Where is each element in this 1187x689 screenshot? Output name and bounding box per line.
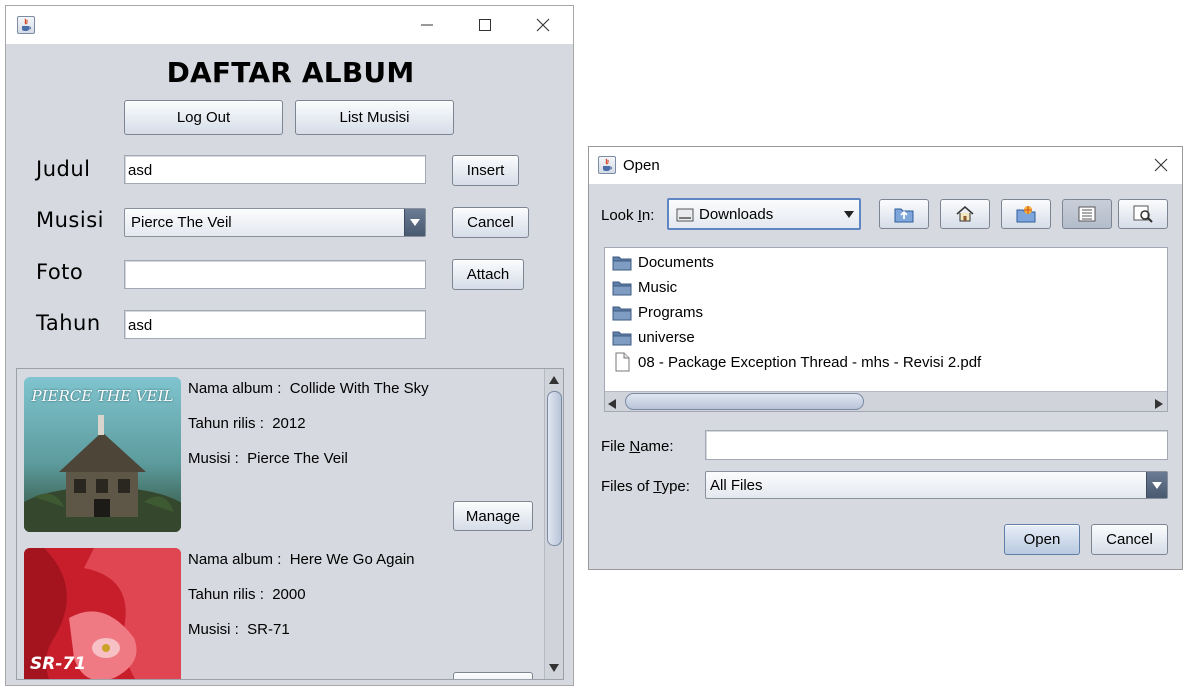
album-artist-text: Musisi : Pierce The Veil bbox=[188, 450, 348, 467]
file-item-label: universe bbox=[638, 328, 695, 346]
tahun-input[interactable]: asd bbox=[124, 310, 426, 339]
album-cover-image: PIERCE THE VEIL bbox=[24, 377, 181, 532]
chevron-down-icon[interactable] bbox=[404, 209, 425, 236]
cancel-button[interactable]: Cancel bbox=[452, 207, 529, 238]
look-in-select[interactable]: Downloads bbox=[667, 198, 861, 230]
file-item-label: Programs bbox=[638, 303, 704, 321]
album-name-text: Nama album : Collide With The Sky bbox=[188, 380, 429, 397]
folder-icon bbox=[612, 279, 638, 296]
details-view-icon[interactable] bbox=[1118, 199, 1168, 229]
close-button[interactable] bbox=[520, 10, 566, 40]
files-of-type-value: All Files bbox=[710, 477, 763, 494]
foto-label: Foto bbox=[36, 260, 84, 284]
open-button[interactable]: Open bbox=[1004, 524, 1080, 555]
album-card: PIERCE THE VEIL Nama album : Collide Wit… bbox=[17, 369, 545, 539]
file-item[interactable]: 08 - Package Exception Thread - mhs - Re… bbox=[612, 351, 981, 373]
album-card: SR-71 Nama album : Here We Go Again Tahu… bbox=[17, 540, 545, 679]
manage-button[interactable]: Manage bbox=[453, 501, 533, 531]
album-name-text: Nama album : Here We Go Again bbox=[188, 551, 415, 568]
drive-icon bbox=[676, 208, 694, 222]
folder-icon bbox=[612, 304, 638, 321]
album-cover-image: SR-71 bbox=[24, 548, 181, 679]
up-one-level-icon[interactable] bbox=[879, 199, 929, 229]
file-name-input[interactable] bbox=[705, 430, 1168, 460]
manage-button[interactable]: Manage bbox=[453, 672, 533, 679]
tahun-label: Tahun bbox=[36, 311, 101, 335]
album-window: DAFTAR ALBUM Log Out List Musisi Judul a… bbox=[5, 5, 574, 686]
files-of-type-label: Files of Type: bbox=[601, 478, 690, 495]
file-item-label: 08 - Package Exception Thread - mhs - Re… bbox=[638, 353, 982, 371]
file-item-label: Music bbox=[638, 278, 678, 296]
minimize-button[interactable] bbox=[404, 10, 450, 40]
folder-item[interactable]: Documents bbox=[612, 251, 714, 273]
java-app-icon bbox=[17, 16, 35, 34]
album-year-text: Tahun rilis : 2012 bbox=[188, 415, 306, 432]
album-cover-text: PIERCE THE VEIL bbox=[31, 387, 174, 405]
open-file-dialog: Open Look In: Downloads Documents Music Pr… bbox=[588, 146, 1183, 570]
dialog-title-bar[interactable]: Open bbox=[589, 147, 1182, 184]
java-app-icon bbox=[598, 156, 616, 174]
list-view-icon[interactable] bbox=[1062, 199, 1112, 229]
dialog-close-icon[interactable] bbox=[1138, 150, 1182, 180]
list-musisi-button[interactable]: List Musisi bbox=[295, 100, 454, 135]
folder-item[interactable]: universe bbox=[612, 326, 695, 348]
file-name-label: File Name: bbox=[601, 438, 674, 455]
foto-input[interactable] bbox=[124, 260, 426, 289]
scroll-up-icon[interactable] bbox=[546, 371, 562, 389]
scrollbar-thumb[interactable] bbox=[625, 393, 864, 410]
file-item-label: Documents bbox=[638, 253, 714, 271]
scroll-down-icon[interactable] bbox=[546, 659, 562, 677]
look-in-value: Downloads bbox=[699, 206, 774, 223]
dialog-title: Open bbox=[623, 157, 660, 174]
album-year-text: Tahun rilis : 2000 bbox=[188, 586, 306, 603]
insert-button[interactable]: Insert bbox=[452, 155, 519, 186]
maximize-button[interactable] bbox=[462, 10, 508, 40]
folder-item[interactable]: Music bbox=[612, 276, 677, 298]
home-icon[interactable] bbox=[940, 199, 990, 229]
look-in-label: Look In: bbox=[601, 207, 655, 224]
album-list[interactable]: PIERCE THE VEIL Nama album : Collide Wit… bbox=[16, 368, 564, 680]
album-cover-text: SR-71 bbox=[30, 654, 87, 674]
file-list[interactable]: Documents Music Programs universe 08 - Packa… bbox=[604, 247, 1168, 412]
scrollbar-thumb[interactable] bbox=[547, 391, 562, 546]
attach-button[interactable]: Attach bbox=[452, 259, 524, 290]
horizontal-scrollbar[interactable] bbox=[605, 391, 1167, 411]
files-of-type-select[interactable]: All Files bbox=[705, 471, 1168, 499]
judul-input[interactable]: asd bbox=[124, 155, 426, 184]
file-icon bbox=[612, 352, 638, 372]
musisi-label: Musisi bbox=[36, 208, 104, 232]
dialog-cancel-button[interactable]: Cancel bbox=[1091, 524, 1168, 555]
folder-icon bbox=[612, 329, 638, 346]
new-folder-icon[interactable] bbox=[1001, 199, 1051, 229]
musisi-selected-value: Pierce The Veil bbox=[131, 214, 232, 231]
musisi-select[interactable]: Pierce The Veil bbox=[124, 208, 426, 237]
scroll-right-icon[interactable] bbox=[1155, 396, 1163, 411]
logout-button[interactable]: Log Out bbox=[124, 100, 283, 135]
vertical-scrollbar[interactable] bbox=[544, 369, 563, 679]
chevron-down-icon[interactable] bbox=[839, 200, 859, 228]
album-artist-text: Musisi : SR-71 bbox=[188, 621, 290, 638]
title-bar[interactable] bbox=[6, 6, 573, 44]
folder-item[interactable]: Programs bbox=[612, 301, 703, 323]
page-title: DAFTAR ALBUM bbox=[166, 56, 415, 89]
scroll-left-icon[interactable] bbox=[608, 396, 616, 411]
folder-icon bbox=[612, 254, 638, 271]
chevron-down-icon[interactable] bbox=[1146, 472, 1167, 498]
judul-label: Judul bbox=[36, 157, 91, 181]
